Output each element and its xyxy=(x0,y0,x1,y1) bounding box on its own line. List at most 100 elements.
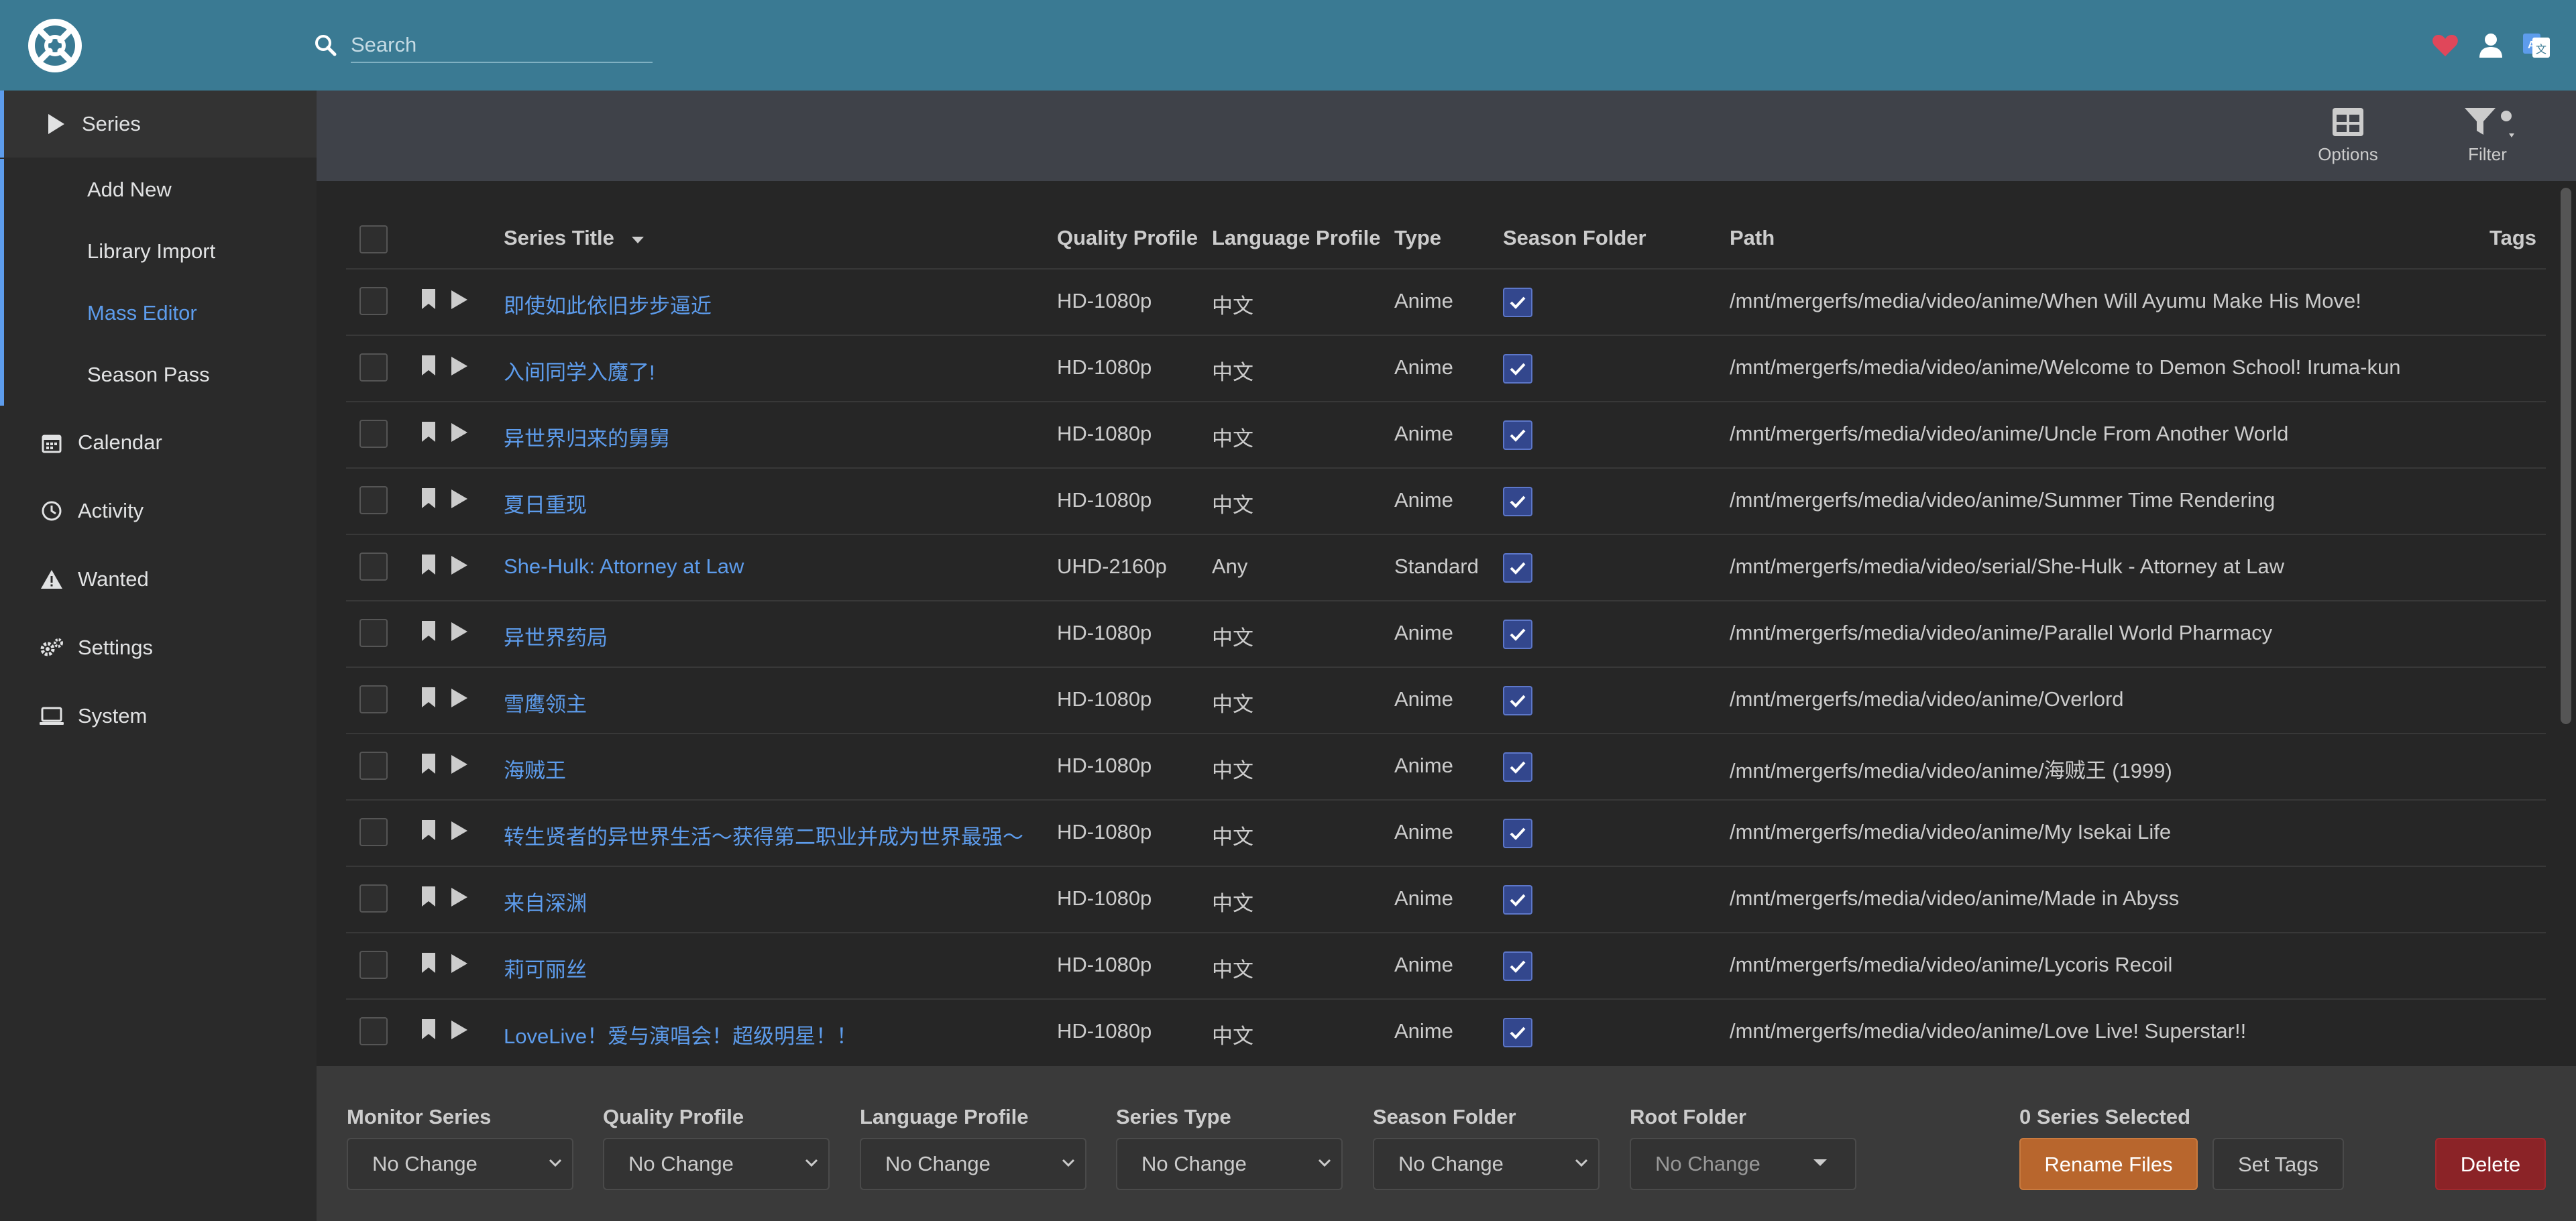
column-header-tags[interactable]: Tags xyxy=(2489,226,2536,250)
table-scrollbar[interactable] xyxy=(2561,188,2571,724)
bookmark-icon[interactable] xyxy=(421,885,437,908)
row-select-checkbox[interactable] xyxy=(359,818,388,846)
row-select-checkbox[interactable] xyxy=(359,1017,388,1045)
season-folder-checkbox[interactable] xyxy=(1503,420,1532,450)
row-select-checkbox[interactable] xyxy=(359,884,388,913)
sidebar-item-calendar[interactable]: Calendar xyxy=(0,409,317,476)
bookmark-icon[interactable] xyxy=(421,288,437,310)
season-folder-checkbox[interactable] xyxy=(1503,487,1532,516)
sidebar-item-add-new[interactable]: Add New xyxy=(0,159,321,221)
column-header-path[interactable]: Path xyxy=(1730,226,1775,250)
series-title-link[interactable]: 夏日重现 xyxy=(504,488,587,518)
set-tags-button[interactable]: Set Tags xyxy=(2213,1138,2344,1190)
rename-files-button[interactable]: Rename Files xyxy=(2019,1138,2198,1190)
row-select-checkbox[interactable] xyxy=(359,486,388,514)
season-folder-checkbox[interactable] xyxy=(1503,819,1532,848)
translate-icon[interactable]: A 文 xyxy=(2522,31,2551,60)
play-icon[interactable] xyxy=(450,355,469,377)
bookmark-icon[interactable] xyxy=(421,620,437,642)
play-icon[interactable] xyxy=(450,687,469,709)
check-icon xyxy=(1510,429,1526,442)
season-folder-checkbox[interactable] xyxy=(1503,951,1532,981)
bookmark-icon[interactable] xyxy=(421,752,437,775)
sidebar-item-series[interactable]: Series xyxy=(0,91,321,158)
season-folder-checkbox[interactable] xyxy=(1503,752,1532,782)
series-title-link[interactable]: She-Hulk: Attorney at Law xyxy=(504,555,744,579)
play-icon[interactable] xyxy=(450,754,469,775)
search-input[interactable] xyxy=(351,28,653,63)
season-folder-checkbox[interactable] xyxy=(1503,620,1532,649)
column-header-season-folder[interactable]: Season Folder xyxy=(1503,226,1646,250)
column-header-language-profile[interactable]: Language Profile xyxy=(1212,226,1380,250)
chevron-down-icon xyxy=(1062,1159,1075,1167)
series-title-link[interactable]: 雪鹰领主 xyxy=(504,687,587,717)
play-icon[interactable] xyxy=(450,1019,469,1041)
bookmark-icon[interactable] xyxy=(421,951,437,974)
bookmark-icon[interactable] xyxy=(421,819,437,841)
row-select-checkbox[interactable] xyxy=(359,619,388,647)
play-icon[interactable] xyxy=(450,820,469,841)
bookmark-icon[interactable] xyxy=(421,487,437,510)
series-title-link[interactable]: 莉可丽丝 xyxy=(504,953,587,983)
language-profile-select[interactable]: No Change xyxy=(860,1138,1086,1190)
sidebar-item-wanted[interactable]: Wanted xyxy=(0,546,317,613)
sidebar-item-system[interactable]: System xyxy=(0,683,317,750)
season-folder-checkbox[interactable] xyxy=(1503,686,1532,715)
column-header-type[interactable]: Type xyxy=(1394,226,1441,250)
play-icon[interactable] xyxy=(450,953,469,974)
svg-text:A: A xyxy=(2528,40,2536,51)
season-folder-select[interactable]: No Change xyxy=(1373,1138,1600,1190)
sidebar-item-mass-editor[interactable]: Mass Editor xyxy=(0,282,321,344)
series-title-link[interactable]: LoveLive！爱与演唱会！超级明星！！ xyxy=(504,1019,857,1049)
series-title-link[interactable]: 异世界药局 xyxy=(504,621,608,651)
path-cell: /mnt/mergerfs/media/video/anime/Uncle Fr… xyxy=(1730,422,2289,445)
row-select-checkbox[interactable] xyxy=(359,951,388,979)
play-icon[interactable] xyxy=(450,555,469,576)
series-title-link[interactable]: 异世界归来的舅舅 xyxy=(504,422,670,452)
delete-button[interactable]: Delete xyxy=(2435,1138,2546,1190)
select-all-checkbox[interactable] xyxy=(359,225,388,253)
sonarr-logo-icon[interactable] xyxy=(27,17,83,74)
column-header-quality-profile[interactable]: Quality Profile xyxy=(1057,226,1198,250)
heart-icon[interactable] xyxy=(2430,31,2460,60)
season-folder-checkbox[interactable] xyxy=(1503,553,1532,583)
row-select-checkbox[interactable] xyxy=(359,287,388,315)
sidebar-item-activity[interactable]: Activity xyxy=(0,477,317,544)
play-icon[interactable] xyxy=(450,886,469,908)
options-button[interactable]: Options xyxy=(2298,100,2398,174)
bookmark-icon[interactable] xyxy=(421,354,437,377)
series-type-select[interactable]: No Change xyxy=(1116,1138,1343,1190)
bookmark-icon[interactable] xyxy=(421,553,437,576)
sidebar-item-label: System xyxy=(78,704,148,728)
monitor-series-select[interactable]: No Change xyxy=(347,1138,573,1190)
row-select-checkbox[interactable] xyxy=(359,685,388,713)
filter-button[interactable]: Filter xyxy=(2437,100,2538,174)
season-folder-checkbox[interactable] xyxy=(1503,288,1532,317)
row-select-checkbox[interactable] xyxy=(359,420,388,448)
season-folder-checkbox[interactable] xyxy=(1503,1018,1532,1047)
row-select-checkbox[interactable] xyxy=(359,353,388,382)
series-title-link[interactable]: 即使如此依旧步步逼近 xyxy=(504,289,712,319)
row-select-checkbox[interactable] xyxy=(359,553,388,581)
root-folder-select[interactable]: No Change xyxy=(1630,1138,1856,1190)
series-title-link[interactable]: 来自深渊 xyxy=(504,886,587,917)
bookmark-icon[interactable] xyxy=(421,420,437,443)
play-icon[interactable] xyxy=(450,289,469,310)
user-icon[interactable] xyxy=(2476,31,2506,60)
play-icon[interactable] xyxy=(450,621,469,642)
season-folder-checkbox[interactable] xyxy=(1503,885,1532,915)
play-icon[interactable] xyxy=(450,488,469,510)
season-folder-checkbox[interactable] xyxy=(1503,354,1532,384)
bookmark-icon[interactable] xyxy=(421,1018,437,1041)
column-header-series-title[interactable]: Series Title xyxy=(504,226,645,250)
sidebar-item-settings[interactable]: Settings xyxy=(0,614,317,681)
row-select-checkbox[interactable] xyxy=(359,752,388,780)
sidebar-item-library-import[interactable]: Library Import xyxy=(0,221,321,282)
quality-profile-select[interactable]: No Change xyxy=(603,1138,830,1190)
bookmark-icon[interactable] xyxy=(421,686,437,709)
series-title-link[interactable]: 转生贤者的异世界生活～获得第二职业并成为世界最强～ xyxy=(504,820,1023,850)
sidebar-item-season-pass[interactable]: Season Pass xyxy=(0,344,321,406)
play-icon[interactable] xyxy=(450,422,469,443)
series-title-link[interactable]: 海贼王 xyxy=(504,754,566,784)
series-title-link[interactable]: 入间同学入魔了! xyxy=(504,355,655,386)
